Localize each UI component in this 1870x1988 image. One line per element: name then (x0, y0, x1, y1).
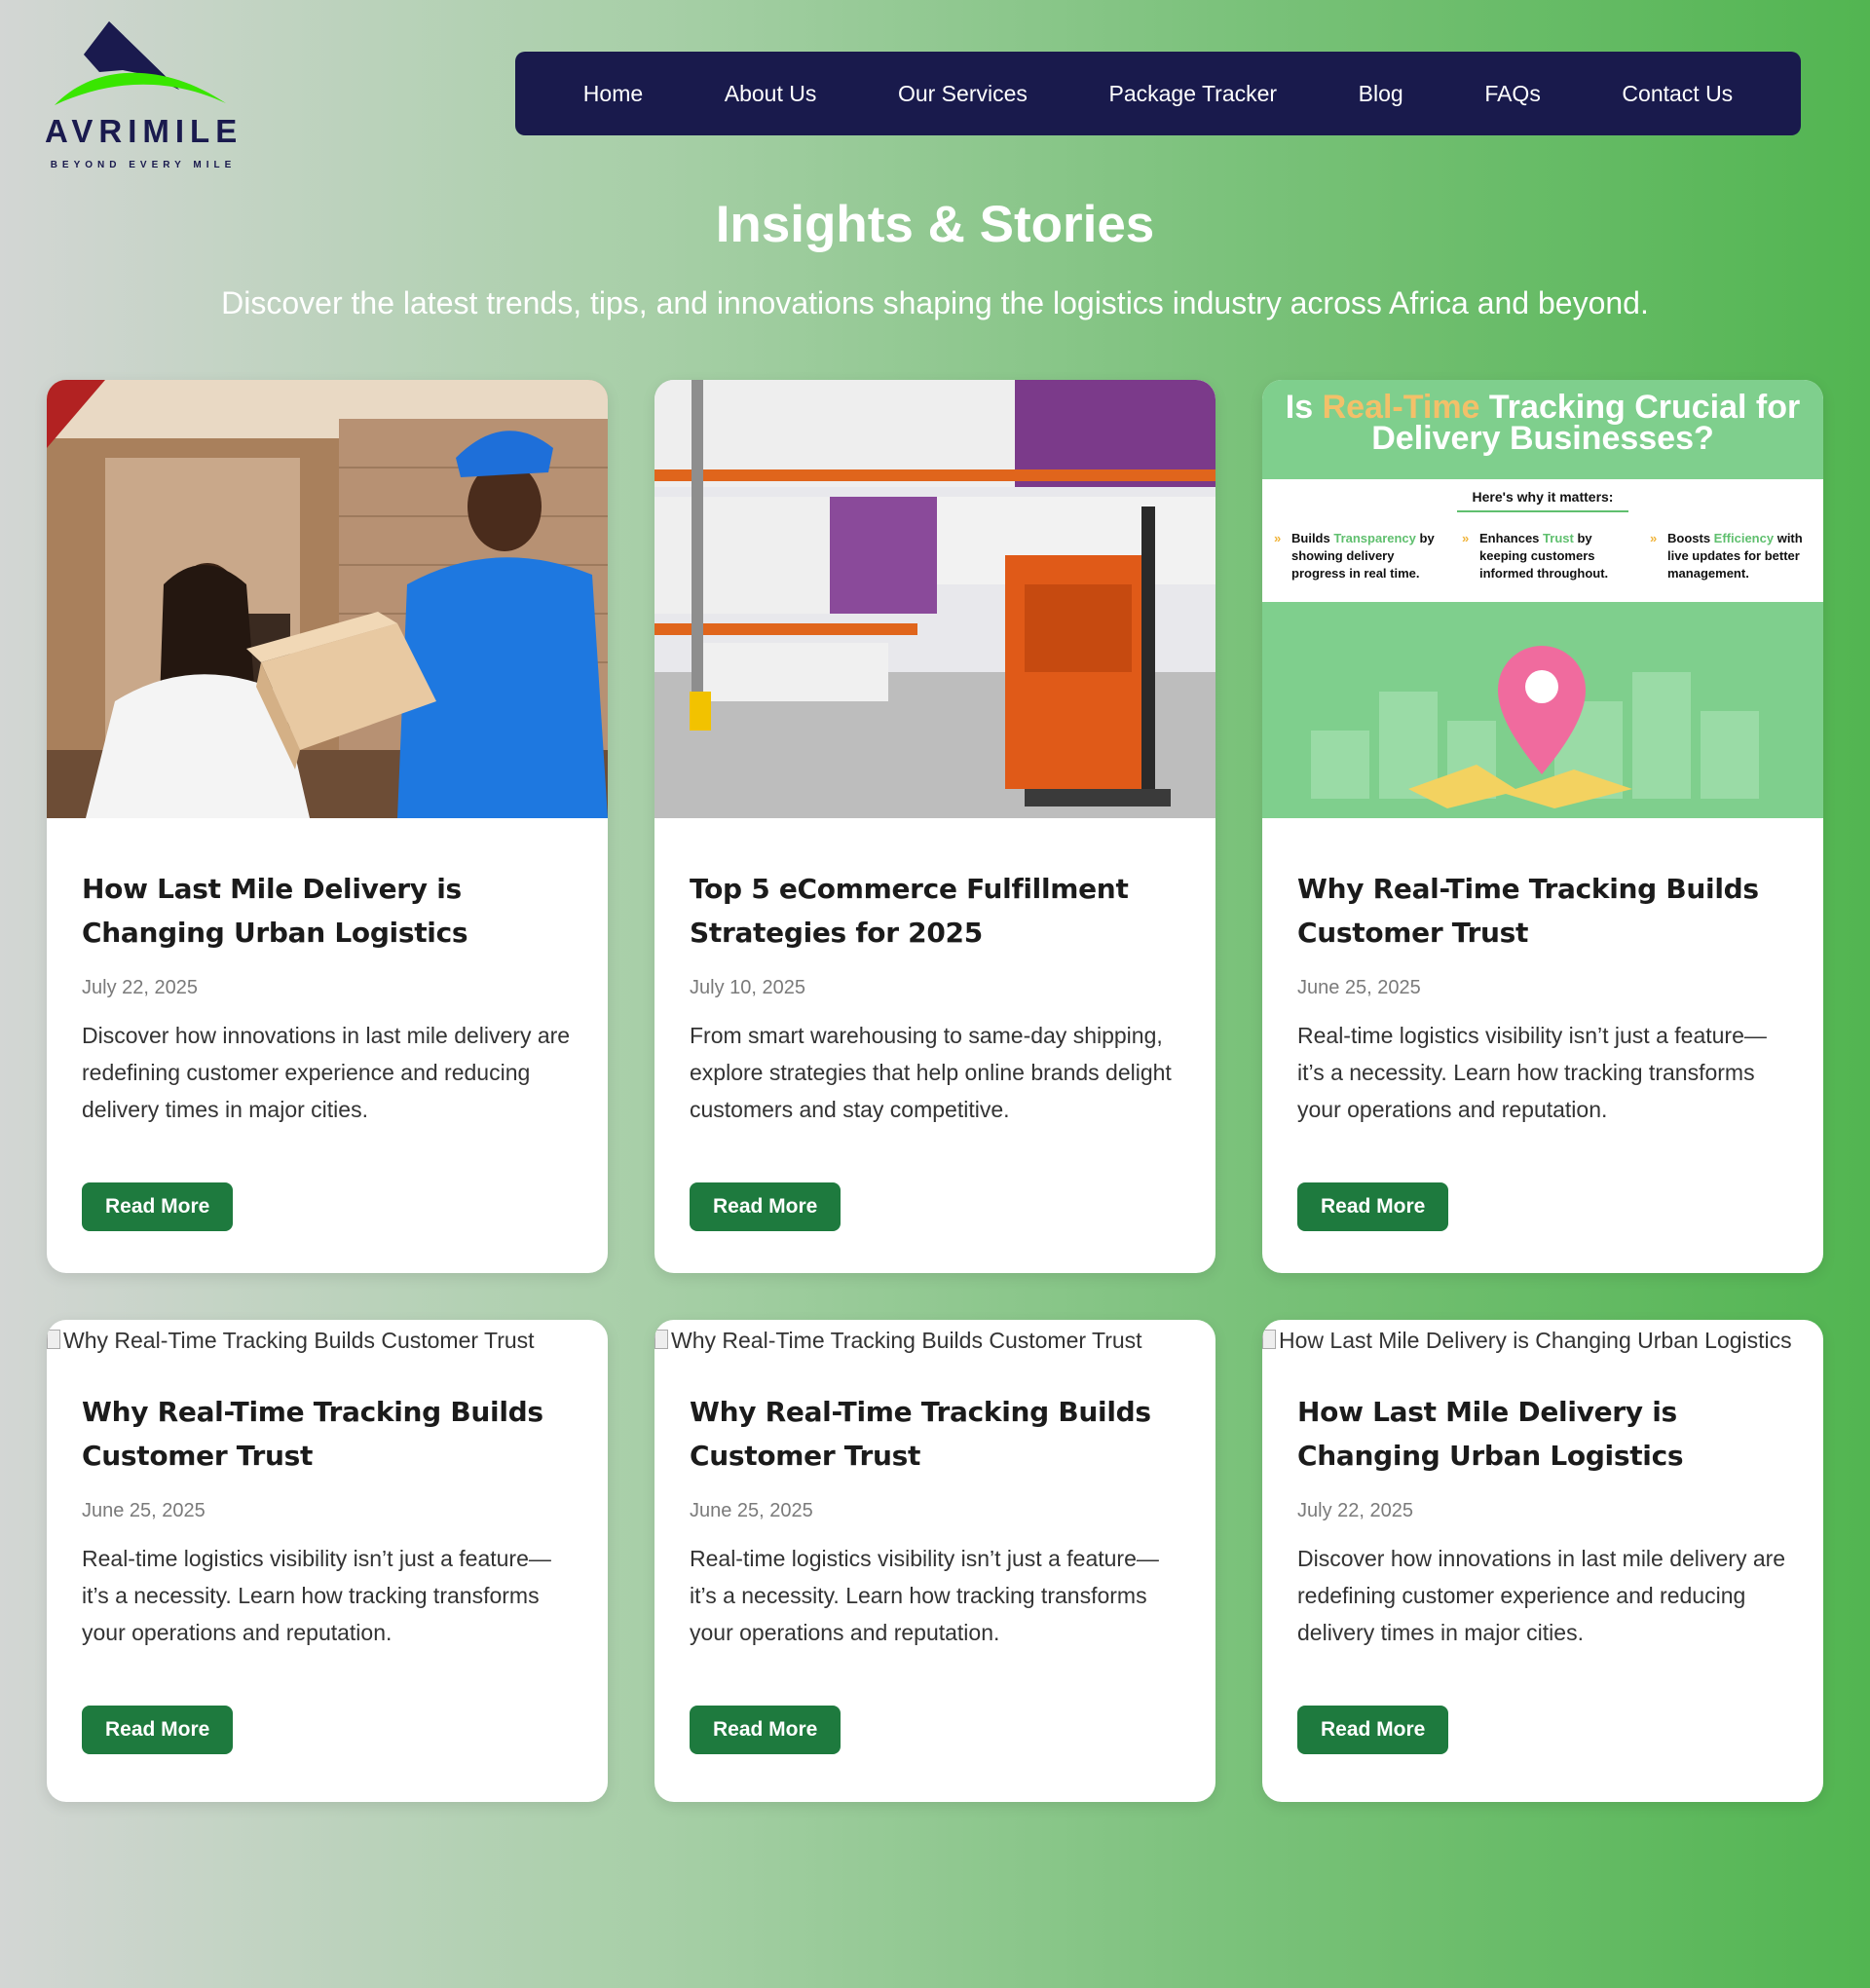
broken-image: Why Real-Time Tracking Builds Customer T… (47, 1320, 608, 1359)
blog-card: How Last Mile Delivery is Changing Urban… (1262, 1320, 1823, 1802)
post-title[interactable]: Top 5 eCommerce Fulfillment Strategies f… (690, 867, 1180, 955)
blog-card: Why Real-Time Tracking Builds Customer T… (47, 1320, 608, 1802)
map-pin-icon (1311, 646, 1759, 808)
post-title[interactable]: Why Real-Time Tracking Builds Customer T… (1297, 867, 1788, 955)
read-more-button[interactable]: Read More (82, 1706, 234, 1754)
read-more-button[interactable]: Read More (690, 1706, 842, 1754)
blog-card: How Last Mile Delivery is Changing Urban… (47, 380, 608, 1273)
post-date: July 22, 2025 (1297, 1500, 1413, 1521)
blog-card: Top 5 eCommerce Fulfillment Strategies f… (654, 380, 1216, 1273)
nav-contact-us[interactable]: Contact Us (1622, 81, 1733, 107)
nav-blog[interactable]: Blog (1359, 81, 1403, 107)
nav-package-tracker[interactable]: Package Tracker (1108, 81, 1277, 107)
post-excerpt: Discover how innovations in last mile de… (1297, 1546, 1786, 1645)
blog-card: Why Real-Time Tracking Builds Customer T… (654, 1320, 1216, 1802)
nav-about-us[interactable]: About Us (725, 81, 817, 107)
post-title[interactable]: How Last Mile Delivery is Changing Urban… (1297, 1390, 1788, 1478)
delivery-handoff-image (47, 380, 608, 818)
post-date: June 25, 2025 (690, 1500, 813, 1521)
read-more-button[interactable]: Read More (1297, 1182, 1449, 1231)
mountain-logo-icon (55, 21, 226, 105)
nav-home[interactable]: Home (583, 81, 643, 107)
post-date: June 25, 2025 (82, 1500, 206, 1521)
page-subtitle: Discover the latest trends, tips, and in… (221, 285, 1649, 320)
post-excerpt: From smart warehousing to same-day shipp… (690, 1023, 1172, 1122)
broken-image: Why Real-Time Tracking Builds Customer T… (654, 1320, 1216, 1359)
post-title[interactable]: Why Real-Time Tracking Builds Customer T… (690, 1390, 1180, 1478)
read-more-button[interactable]: Read More (1297, 1706, 1449, 1754)
post-title[interactable]: How Last Mile Delivery is Changing Urban… (82, 867, 573, 955)
tracking-infographic-image: Is Real-Time Tracking Crucial for Delive… (1262, 380, 1823, 818)
image-alt-text: How Last Mile Delivery is Changing Urban… (1279, 1328, 1792, 1353)
warehouse-image (654, 380, 1216, 818)
post-excerpt: Real-time logistics visibility isn’t jus… (1297, 1023, 1767, 1122)
post-title[interactable]: Why Real-Time Tracking Builds Customer T… (82, 1390, 573, 1478)
post-excerpt: Real-time logistics visibility isn’t jus… (82, 1546, 551, 1645)
blog-grid: How Last Mile Delivery is Changing Urban… (47, 380, 1824, 1802)
image-alt-text: Why Real-Time Tracking Builds Customer T… (63, 1328, 535, 1353)
broken-image-icon (654, 1330, 668, 1349)
post-date: June 25, 2025 (1297, 977, 1421, 998)
main-nav: Home About Us Our Services Package Track… (515, 52, 1801, 135)
read-more-button[interactable]: Read More (82, 1182, 234, 1231)
broken-image-icon (47, 1330, 60, 1349)
nav-our-services[interactable]: Our Services (898, 81, 1028, 107)
brand-name: AVRIMILE (45, 113, 243, 149)
image-alt-text: Why Real-Time Tracking Builds Customer T… (671, 1328, 1142, 1353)
post-excerpt: Discover how innovations in last mile de… (82, 1023, 571, 1122)
blog-card: Is Real-Time Tracking Crucial for Delive… (1262, 380, 1823, 1273)
read-more-button[interactable]: Read More (690, 1182, 842, 1231)
broken-image: How Last Mile Delivery is Changing Urban… (1262, 1320, 1823, 1359)
brand-logo[interactable]: AVRIMILE BEYOND EVERY MILE (45, 21, 243, 170)
nav-faqs[interactable]: FAQs (1484, 81, 1541, 107)
post-excerpt: Real-time logistics visibility isn’t jus… (690, 1546, 1159, 1645)
post-date: July 22, 2025 (82, 977, 198, 998)
post-date: July 10, 2025 (690, 977, 805, 998)
brand-tagline: BEYOND EVERY MILE (50, 160, 237, 170)
broken-image-icon (1262, 1330, 1276, 1349)
page-title: Insights & Stories (715, 196, 1155, 253)
